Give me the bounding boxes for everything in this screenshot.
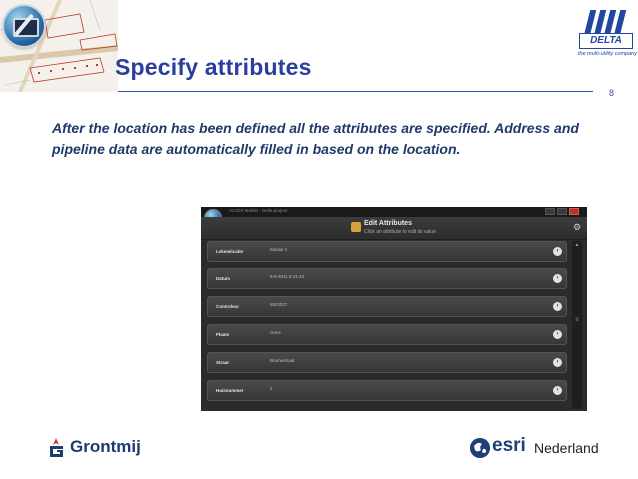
body-text: After the location has been defined all … <box>52 120 579 157</box>
attribute-label: Straat <box>216 360 229 365</box>
tools-icon[interactable]: ⚙ <box>573 222 581 233</box>
esri-wordmark: esri <box>492 435 526 456</box>
attribute-row-plaats[interactable]: Plaats Goes › <box>207 324 567 345</box>
header-subtitle: Click an attribute to edit its value <box>364 229 436 235</box>
grontmij-mark-icon <box>50 438 63 457</box>
attribute-value: 2 <box>270 386 273 391</box>
edit-attributes-icon <box>351 222 361 232</box>
chevron-right-icon[interactable]: › <box>553 274 562 283</box>
esri-globe-icon <box>470 438 490 458</box>
slide-title: Specify attributes <box>115 54 312 80</box>
chevron-right-icon[interactable]: › <box>553 330 562 339</box>
maximize-button[interactable] <box>557 208 567 215</box>
attribute-value: 8-9-2011 8:41:43 <box>270 274 304 279</box>
scrollbar[interactable]: ▲ ≡ <box>572 241 582 409</box>
app-logo-icon <box>4 6 44 46</box>
window-title: ArcGIS Mobile - Delta project <box>229 208 288 213</box>
title-divider <box>118 91 593 92</box>
attribute-label: Controleur <box>216 304 239 309</box>
attribute-value: Goes <box>270 330 281 335</box>
attribute-label: Plaats <box>216 332 230 337</box>
app-screenshot: ArcGIS Mobile - Delta project Edit Attri… <box>201 207 587 411</box>
attribute-row-lekmelicatie[interactable]: Lekmelicatie Klasse 1 › <box>207 241 567 262</box>
delta-tagline: the multi-utility company <box>578 51 637 57</box>
chevron-right-icon[interactable]: › <box>553 302 562 311</box>
chevron-right-icon[interactable]: › <box>553 386 562 395</box>
minimize-button[interactable] <box>545 208 555 215</box>
attribute-row-controleur[interactable]: Controleur MG3027 › <box>207 296 567 317</box>
edit-attributes-header: Edit Attributes Click an attribute to ed… <box>201 217 587 240</box>
scroll-grip-icon[interactable]: ≡ <box>574 317 580 329</box>
chevron-right-icon[interactable]: › <box>553 358 562 367</box>
attribute-row-datum[interactable]: Datum 8-9-2011 8:41:43 › <box>207 268 567 289</box>
delta-logo: DELTA the multi-utility company <box>575 10 637 66</box>
scroll-up-icon[interactable]: ▲ <box>573 242 581 248</box>
grontmij-wordmark: Grontmij <box>70 437 141 456</box>
chevron-right-icon[interactable]: › <box>553 247 562 256</box>
attribute-label: Datum <box>216 276 231 281</box>
header-title: Edit Attributes <box>364 220 412 227</box>
attribute-value: MG3027 <box>270 302 288 307</box>
esri-region: Nederland <box>534 440 599 456</box>
attribute-value: Brumestraat <box>270 358 295 363</box>
close-button[interactable] <box>569 208 579 215</box>
attribute-row-straat[interactable]: Straat Brumestraat › <box>207 352 567 373</box>
map-thumbnail <box>0 0 118 92</box>
attribute-row-huisnummer[interactable]: Huisnummer 2 › <box>207 380 567 401</box>
attribute-label: Huisnummer <box>216 388 244 393</box>
window-titlebar: ArcGIS Mobile - Delta project <box>201 207 587 217</box>
attribute-value: Klasse 1 <box>270 247 288 252</box>
page-number: 8 <box>609 88 615 98</box>
delta-wordmark: DELTA <box>579 33 633 49</box>
attribute-label: Lekmelicatie <box>216 249 244 254</box>
